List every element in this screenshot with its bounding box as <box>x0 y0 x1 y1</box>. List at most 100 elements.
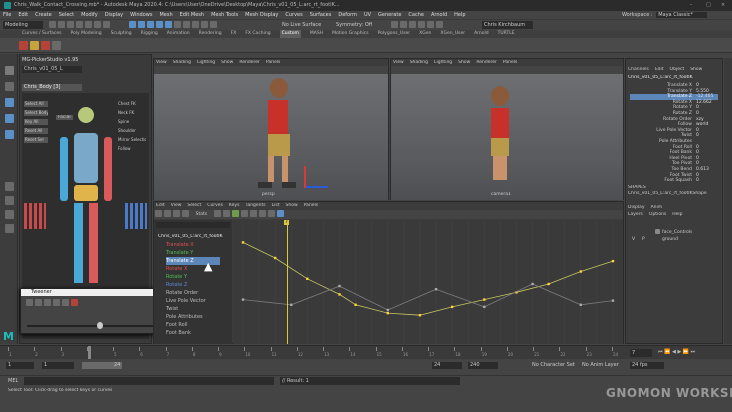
symmetry-dropdown[interactable]: Symmetry: Off <box>336 21 372 29</box>
graph-key-point[interactable] <box>579 270 583 273</box>
menu-display[interactable]: Display <box>105 12 123 18</box>
shelf-tab-xgen[interactable]: XGen <box>419 30 431 38</box>
animation-end-field[interactable]: 240 <box>468 362 498 369</box>
picker-facial-label[interactable]: Facial <box>56 115 73 120</box>
channel-value[interactable]: 0 <box>696 178 718 184</box>
graph-curve-item[interactable]: Translate Y <box>166 249 220 257</box>
shelf-tab-mash[interactable]: MASH <box>310 30 323 38</box>
current-frame-field[interactable]: 7 <box>630 349 652 357</box>
layout-four-icon[interactable] <box>5 196 14 205</box>
time-cursor[interactable] <box>88 346 91 359</box>
shelf-tab-fx[interactable]: FX <box>231 30 237 38</box>
save-scene-icon[interactable] <box>67 21 74 28</box>
menu-deform[interactable]: Deform <box>338 12 357 18</box>
graph-key-point[interactable] <box>386 308 389 312</box>
layer-row-ground[interactable]: V P ground <box>628 236 720 243</box>
rotate-tool-icon[interactable] <box>5 114 14 123</box>
step-back-icon[interactable]: ⏪ <box>664 349 670 355</box>
no-character-set[interactable]: No Character Set <box>532 362 575 369</box>
fps-dropdown[interactable]: 24 fps <box>630 362 664 369</box>
hypershade-icon[interactable] <box>210 21 217 28</box>
viewport-menu-panels[interactable]: Panels <box>503 60 517 65</box>
redo-icon[interactable] <box>85 21 92 28</box>
go-end-icon[interactable]: ⏭ <box>691 349 696 355</box>
tween-overshoot-icon[interactable] <box>53 299 60 306</box>
character-picker-icon[interactable] <box>19 41 28 50</box>
render-view-icon[interactable] <box>391 21 398 28</box>
channel-tab-edit[interactable]: Edit <box>655 67 664 72</box>
history-icon[interactable] <box>174 21 181 28</box>
graph-curve-item[interactable]: Rotate Z <box>166 281 220 289</box>
viewport-menu-shading[interactable]: Shading <box>173 60 191 65</box>
graph-key-point[interactable] <box>450 305 454 309</box>
layer-menu-help[interactable]: Help <box>672 212 682 217</box>
graph-curve-item[interactable]: Foot Roll <box>166 321 220 329</box>
auto-tangent-icon[interactable] <box>231 210 239 217</box>
shelf-tab-fx-caching[interactable]: FX Caching <box>245 30 270 38</box>
select-hierarchy-icon[interactable] <box>94 21 101 28</box>
picker-hips[interactable] <box>74 185 98 201</box>
open-scene-icon[interactable] <box>58 21 65 28</box>
picker-label-mirror-selection[interactable]: Mirror Selection <box>118 137 146 143</box>
graph-curve-item[interactable]: Translate X <box>166 241 220 249</box>
picker-head[interactable] <box>78 107 94 123</box>
viewport-menu-renderer[interactable]: Renderer <box>239 60 260 65</box>
layer-playback-toggle[interactable]: P <box>642 236 645 243</box>
shelf-tab-motion-graphics[interactable]: Motion Graphics <box>332 30 369 38</box>
graph-search-field[interactable] <box>156 222 230 228</box>
arnold-render-icon[interactable] <box>409 21 416 28</box>
channel-row[interactable]: Foot Squash 0 <box>630 178 718 184</box>
picker-label-shoulder[interactable]: Shoulder <box>118 128 146 134</box>
shelf-tab-poly-modeling[interactable]: Poly Modeling <box>71 30 102 38</box>
viewport-menu-view[interactable]: View <box>156 60 167 65</box>
frame-all-icon[interactable] <box>213 210 221 217</box>
render-frame-icon[interactable] <box>400 21 407 28</box>
channel-tab-object[interactable]: Object <box>670 67 685 72</box>
snap-view-icon[interactable] <box>156 21 163 28</box>
animbot-icon[interactable] <box>52 41 61 50</box>
snap-point-icon[interactable] <box>147 21 154 28</box>
picker-left-leg[interactable] <box>74 203 83 283</box>
graph-key-point[interactable] <box>434 288 438 291</box>
viewport-menu-lighting[interactable]: Lighting <box>197 60 215 65</box>
graph-menu-keys[interactable]: Keys <box>229 203 240 208</box>
play-blast-icon[interactable] <box>427 21 434 28</box>
graph-outliner-root[interactable]: Chris_v01_05_L:arc_rt_footIK <box>158 234 230 239</box>
select-object-icon[interactable] <box>103 21 110 28</box>
ipr-icon[interactable] <box>192 21 199 28</box>
shelf-tab-turtle[interactable]: TURTLE <box>498 30 515 38</box>
go-start-icon[interactable]: ⏮ <box>658 349 663 355</box>
shelf-tab-polygons-user[interactable]: Polygons_User <box>378 30 411 38</box>
picker-button-select-body[interactable]: Select Body <box>24 110 48 116</box>
select-tool-icon[interactable] <box>5 66 14 75</box>
menu-uv[interactable]: UV <box>364 12 371 18</box>
menu-file[interactable]: File <box>3 12 11 18</box>
picker-button-reset-sel[interactable]: Reset Sel <box>24 137 48 143</box>
layout-graph-icon[interactable] <box>5 224 14 233</box>
picker-button-select-all[interactable]: Select All <box>24 101 48 107</box>
lasso-tool-icon[interactable] <box>5 82 14 91</box>
graph-key-point[interactable] <box>579 303 583 306</box>
graph-key-point[interactable] <box>483 298 486 301</box>
viewport-menu-renderer[interactable]: Renderer <box>476 60 497 65</box>
graph-key-point[interactable] <box>290 303 293 306</box>
layer-tab-anim[interactable]: Anim <box>651 205 663 210</box>
menu-mesh[interactable]: Mesh <box>159 12 172 18</box>
menu-edit-mesh[interactable]: Edit Mesh <box>180 12 204 18</box>
menu-help[interactable]: Help <box>454 12 465 18</box>
shape-node[interactable]: Chris_v01_05_L:arc_rt_footIKShape <box>628 191 720 196</box>
playback-end-field[interactable]: 24 <box>432 362 462 369</box>
graph-menu-tangents[interactable]: Tangents <box>245 203 265 208</box>
graph-key-point[interactable] <box>418 314 422 317</box>
manipulator-y[interactable] <box>304 166 306 188</box>
graph-key-point[interactable] <box>531 282 534 286</box>
layout-single-icon[interactable] <box>5 182 14 191</box>
undo-icon[interactable] <box>76 21 83 28</box>
picker-tab[interactable]: Chris_Body [3] <box>22 84 82 91</box>
viewport-menu-panels[interactable]: Panels <box>266 60 280 65</box>
graph-key-point[interactable] <box>386 311 389 315</box>
snap-grid-icon[interactable] <box>129 21 136 28</box>
picker-label-follow[interactable]: Follow <box>118 146 146 152</box>
menu-cache[interactable]: Cache <box>408 12 424 18</box>
menu-modify[interactable]: Modify <box>81 12 98 18</box>
